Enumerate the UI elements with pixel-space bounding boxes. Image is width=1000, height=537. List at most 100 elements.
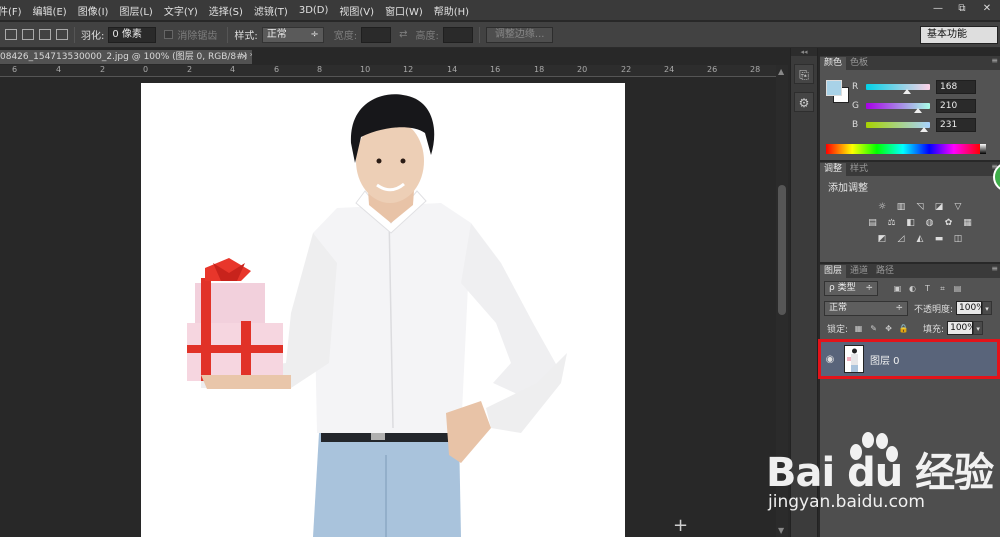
invert-icon[interactable]: ◩ (876, 233, 889, 245)
document-canvas[interactable] (141, 83, 625, 537)
properties-panel-icon[interactable]: ⚙ (794, 92, 814, 112)
menu-edit[interactable]: 编辑(E) (27, 3, 72, 18)
gradient-map-icon[interactable]: ▬ (933, 233, 946, 245)
channel-mixer-icon[interactable]: ✿ (942, 217, 955, 229)
canvas-area[interactable]: + (0, 78, 776, 537)
green-slider-row: G 210 (852, 99, 976, 113)
red-slider[interactable] (866, 84, 930, 94)
tab-swatches[interactable]: 色板 (846, 57, 872, 70)
adjustment-filter-icon[interactable]: ◐ (907, 283, 918, 294)
fill-dropdown-icon[interactable]: ▾ (973, 321, 984, 335)
vertical-scrollbar[interactable]: ▲ ▼ (776, 65, 788, 537)
height-input[interactable] (442, 26, 473, 43)
hue-saturation-icon[interactable]: ▤ (866, 217, 879, 229)
menu-select[interactable]: 选择(S) (203, 3, 248, 18)
brightness-icon[interactable]: ☼ (876, 201, 889, 213)
antialias-label: 消除锯齿 (177, 31, 218, 42)
history-panel-icon[interactable]: ⎘ (794, 64, 814, 84)
red-slider-knob[interactable] (903, 89, 911, 94)
add-selection-icon[interactable] (22, 29, 34, 40)
foreground-color-swatch[interactable] (826, 80, 842, 96)
scroll-up-icon[interactable]: ▲ (778, 67, 784, 76)
blue-slider[interactable] (866, 122, 930, 132)
menu-window[interactable]: 窗口(W) (379, 3, 428, 18)
layer-thumbnail-image (847, 348, 858, 372)
menu-3d[interactable]: 3D(D) (293, 5, 334, 16)
lock-all-icon[interactable]: 🔒 (898, 323, 909, 334)
curves-icon[interactable]: ◹ (914, 201, 927, 213)
swap-icon[interactable]: ⇄ (399, 29, 407, 40)
ruler-label: 26 (707, 65, 718, 74)
document-tab[interactable]: 08426_154713530000_2.jpg @ 100% (图层 0, R… (0, 50, 252, 64)
photo-filter-icon[interactable]: ◍ (923, 217, 936, 229)
lock-brush-icon[interactable]: ✎ (868, 323, 879, 334)
restore-button[interactable]: ⧉ (950, 0, 974, 17)
close-window-button[interactable]: ✕ (974, 0, 1000, 17)
tab-paths[interactable]: 路径 (872, 265, 898, 278)
ruler-label: 2 (187, 65, 193, 74)
threshold-icon[interactable]: ◭ (914, 233, 927, 245)
smart-object-filter-icon[interactable]: ▤ (952, 283, 963, 294)
lock-transparent-icon[interactable]: ▦ (853, 323, 864, 334)
tab-layers[interactable]: 图层 (820, 265, 847, 278)
opacity-label: 不透明度: (914, 304, 954, 315)
black-white-icon[interactable]: ◧ (904, 217, 917, 229)
opacity-dropdown-icon[interactable]: ▾ (982, 301, 993, 315)
menu-layer[interactable]: 图层(L) (113, 3, 157, 18)
scroll-down-icon[interactable]: ▼ (778, 526, 784, 535)
menu-filter[interactable]: 滤镜(T) (248, 3, 293, 18)
levels-icon[interactable]: ▥ (895, 201, 908, 213)
tab-color[interactable]: 颜色 (820, 57, 847, 70)
antialias-checkbox[interactable] (164, 30, 174, 39)
menu-type[interactable]: 文字(Y) (158, 3, 203, 18)
scrollbar-thumb[interactable] (778, 185, 786, 315)
feather-input[interactable]: 0 像素 (108, 26, 157, 43)
lock-move-icon[interactable]: ✥ (883, 323, 894, 334)
blue-slider-knob[interactable] (920, 127, 928, 132)
new-selection-icon[interactable] (5, 29, 17, 40)
menu-view[interactable]: 视图(V) (333, 3, 379, 18)
type-filter-icon[interactable]: T (922, 283, 933, 294)
separator (478, 26, 480, 43)
red-value[interactable]: 168 (936, 80, 976, 94)
collapse-icon[interactable]: ◂◂ (791, 48, 817, 56)
tab-adjustments[interactable]: 调整 (820, 163, 847, 176)
tab-styles[interactable]: 样式 (846, 163, 872, 176)
style-select[interactable]: 正常 ÷ (261, 26, 324, 43)
color-spectrum[interactable] (826, 144, 980, 154)
layer-name[interactable]: 图层 0 (870, 352, 900, 367)
image-filter-icon[interactable]: ▣ (892, 283, 903, 294)
menu-file[interactable]: 件(F) (0, 3, 27, 18)
tab-channels[interactable]: 通道 (846, 265, 872, 278)
opacity-input[interactable]: 100% (956, 301, 985, 315)
black-white-ramp[interactable] (980, 144, 986, 154)
refine-edge-button[interactable]: 调整边缘... (485, 26, 554, 43)
exposure-icon[interactable]: ◪ (933, 201, 946, 213)
layer-row[interactable]: ◉ 图层 0 (820, 341, 998, 377)
ruler-label: 0 (143, 65, 149, 74)
width-input[interactable] (361, 26, 392, 43)
shape-filter-icon[interactable]: ⌗ (937, 283, 948, 294)
green-value[interactable]: 210 (936, 99, 976, 113)
panel-menu-icon[interactable]: ≡ (991, 56, 998, 65)
vibrance-icon[interactable]: ▽ (952, 201, 965, 213)
menu-image[interactable]: 图像(I) (72, 3, 114, 18)
fill-input[interactable]: 100% (947, 321, 976, 335)
workspace-select[interactable]: 基本功能 (920, 26, 998, 44)
subtract-selection-icon[interactable] (39, 29, 51, 40)
selective-color-icon[interactable]: ◫ (952, 233, 965, 245)
blue-value[interactable]: 231 (936, 118, 976, 132)
color-lookup-icon[interactable]: ▦ (961, 217, 974, 229)
intersect-selection-icon[interactable] (56, 29, 68, 40)
posterize-icon[interactable]: ◿ (895, 233, 908, 245)
menu-help[interactable]: 帮助(H) (428, 3, 474, 18)
close-tab-icon[interactable]: × (240, 50, 248, 64)
blend-mode-select[interactable]: 正常 ÷ (824, 300, 908, 316)
green-slider[interactable] (866, 103, 930, 113)
panel-menu-icon[interactable]: ≡ (991, 264, 998, 273)
layer-filter-select[interactable]: ρ 类型 ÷ (824, 280, 878, 296)
color-balance-icon[interactable]: ⚖ (885, 217, 898, 229)
visibility-eye-icon[interactable]: ◉ (820, 354, 840, 365)
green-slider-knob[interactable] (914, 108, 922, 113)
minimize-button[interactable]: — (926, 0, 950, 17)
